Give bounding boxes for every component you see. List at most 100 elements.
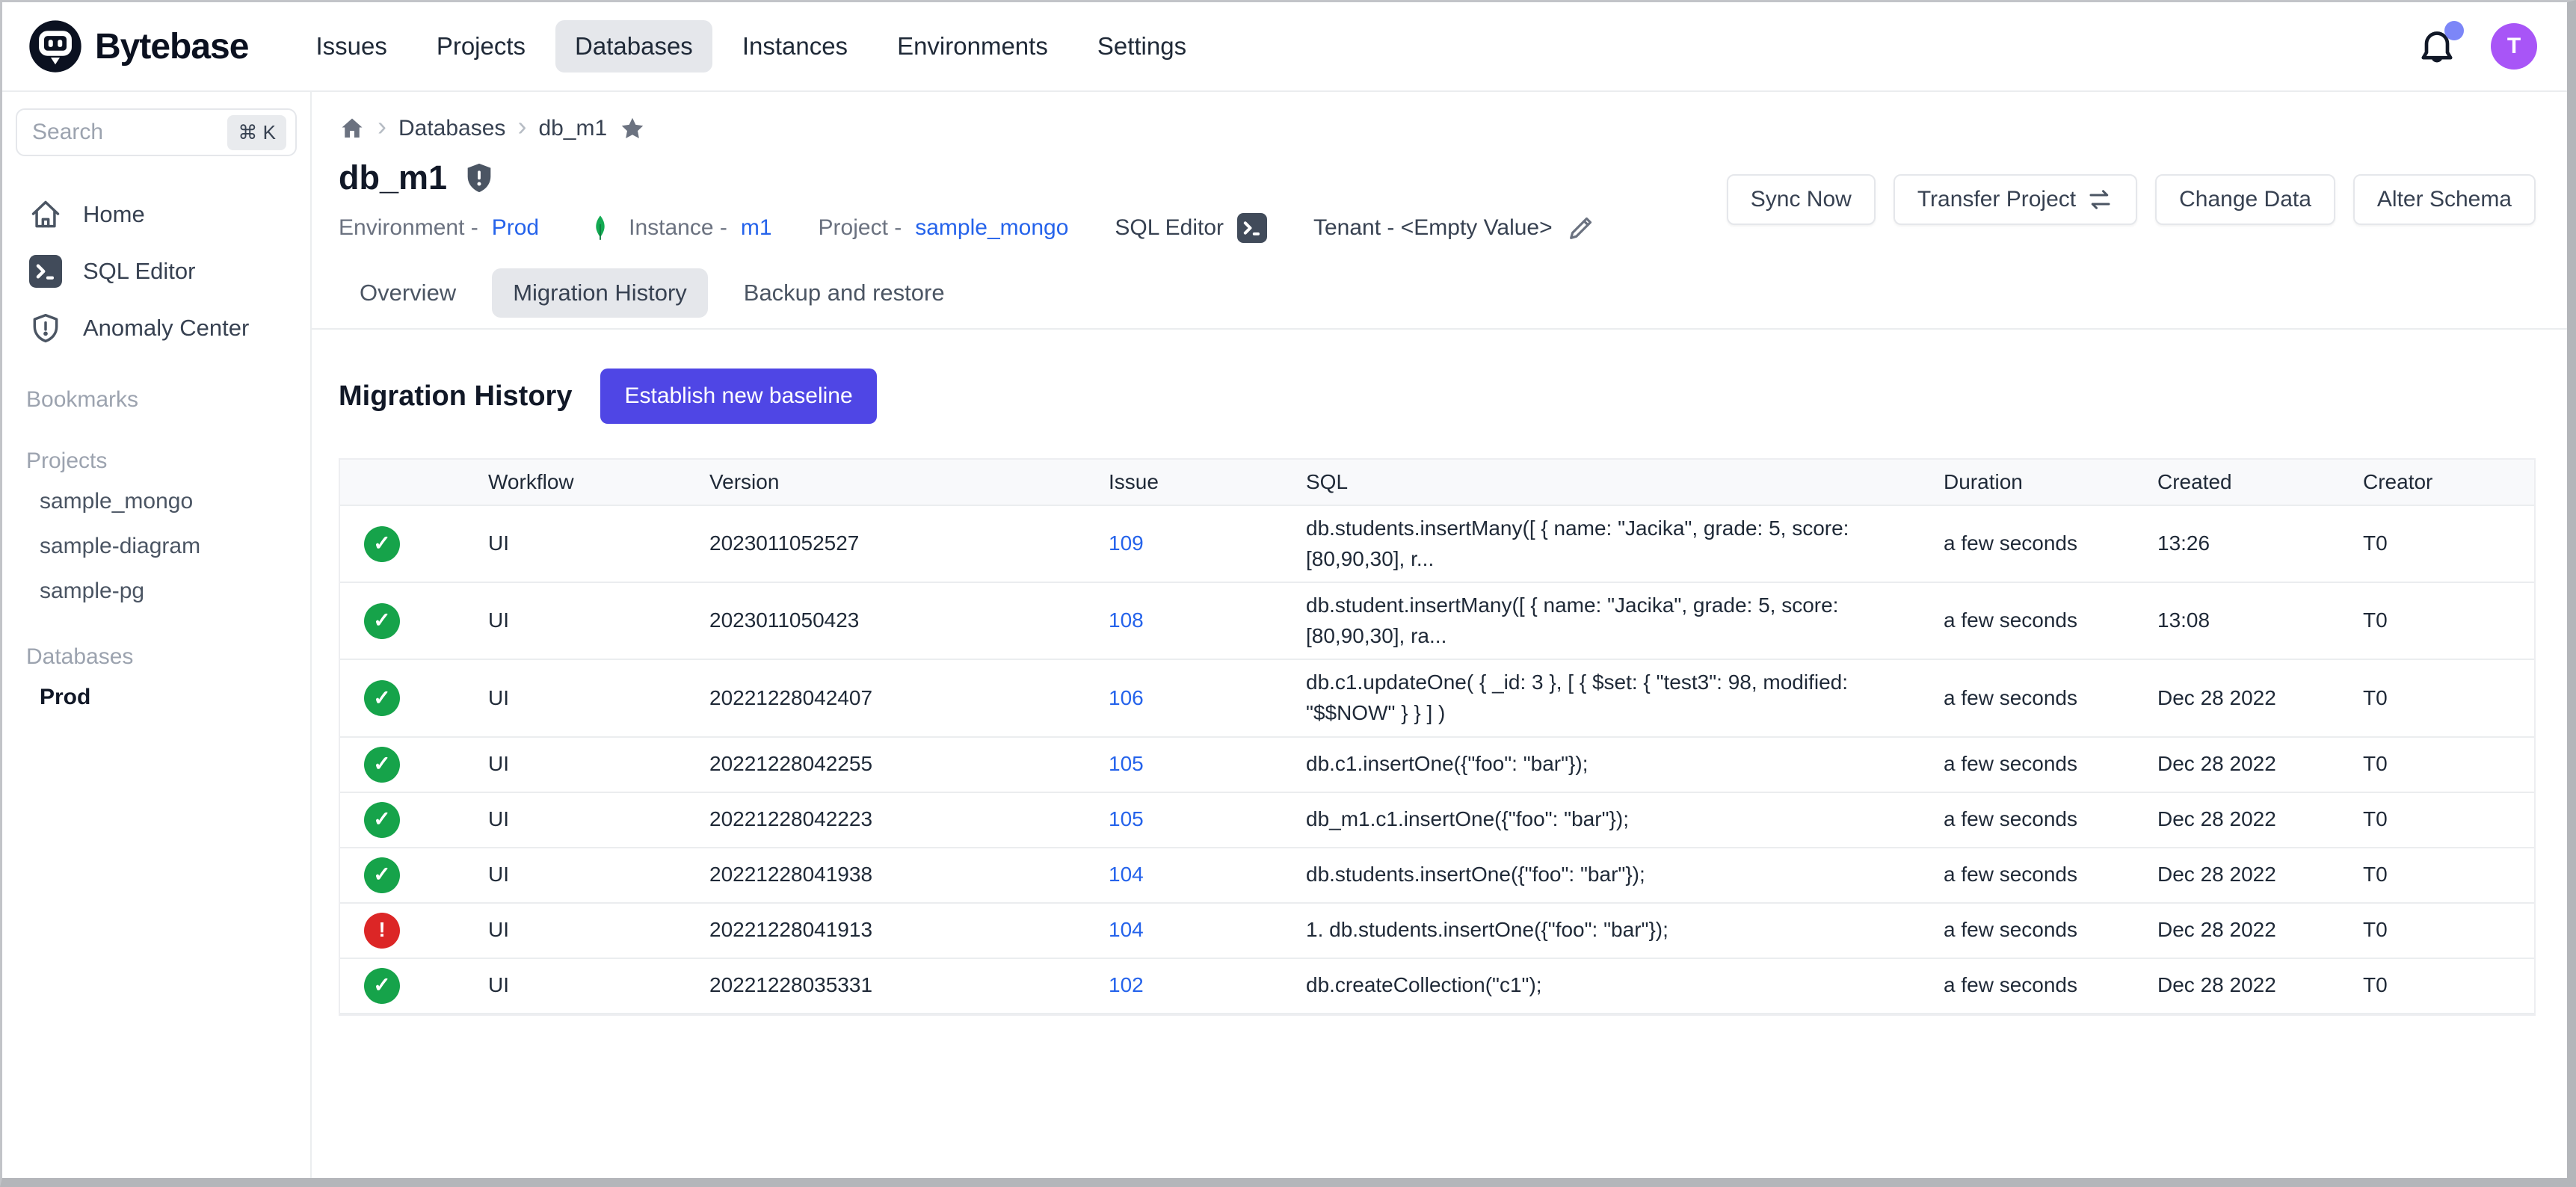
sidebar-database-prod[interactable]: Prod <box>2 675 310 720</box>
mongodb-leaf-icon <box>585 213 615 243</box>
duration-cell: a few seconds <box>1944 605 2157 636</box>
search-shortcut-badge: ⌘ K <box>227 115 286 150</box>
duration-cell: a few seconds <box>1944 970 2157 1001</box>
sql-editor-icon[interactable] <box>1237 213 1267 243</box>
home-breadcrumb-icon[interactable] <box>339 115 366 142</box>
sync-now-button[interactable]: Sync Now <box>1727 174 1876 225</box>
nav-item-instances[interactable]: Instances <box>723 20 867 73</box>
bytebase-logo-icon <box>28 19 83 74</box>
created-cell: 13:26 <box>2157 528 2363 559</box>
notification-dot <box>2444 21 2464 40</box>
sql-cell: db.student.insertMany([ { name: "Jacika"… <box>1306 591 1944 651</box>
version-column-header: Version <box>709 467 1109 498</box>
sql-cell: db.students.insertMany([ { name: "Jacika… <box>1306 514 1944 574</box>
search-box[interactable]: ⌘ K <box>16 108 297 156</box>
status-icon: ✓ <box>364 680 400 716</box>
bytebase-logo[interactable]: Bytebase <box>28 19 248 74</box>
sidebar: ⌘ K Home SQL Editor <box>2 92 312 1178</box>
duration-cell: a few seconds <box>1944 804 2157 835</box>
issue-link[interactable]: 108 <box>1109 608 1144 632</box>
sidebar-item-label: SQL Editor <box>83 258 195 285</box>
nav-item-databases[interactable]: Databases <box>555 20 712 73</box>
notifications-button[interactable] <box>2416 25 2458 67</box>
database-meta: Environment - Prod Instance - m1 Project… <box>339 213 1596 243</box>
nav-item-projects[interactable]: Projects <box>417 20 545 73</box>
creator-cell: T0 <box>2363 915 2534 946</box>
sidebar-project-sample-pg[interactable]: sample-pg <box>2 569 310 614</box>
table-row[interactable]: ✓ UI 2023011052527 109 db.students.inser… <box>340 506 2534 583</box>
issue-link[interactable]: 105 <box>1109 807 1144 830</box>
tab-migration-history[interactable]: Migration History <box>492 268 708 318</box>
sidebar-item-anomaly-center[interactable]: Anomaly Center <box>2 300 310 357</box>
breadcrumb-current: db_m1 <box>538 116 607 141</box>
version-cell: 20221228041913 <box>709 915 1109 946</box>
issue-link[interactable]: 109 <box>1109 531 1144 555</box>
created-cell: Dec 28 2022 <box>2157 970 2363 1001</box>
created-cell: Dec 28 2022 <box>2157 749 2363 780</box>
avatar[interactable]: T <box>2491 23 2537 70</box>
alter-schema-button[interactable]: Alter Schema <box>2353 174 2536 225</box>
table-row[interactable]: ✓ UI 20221228035331 102 db.createCollect… <box>340 959 2534 1014</box>
workflow-cell: UI <box>455 605 709 636</box>
breadcrumb-separator: › <box>517 113 526 144</box>
sidebar-item-home[interactable]: Home <box>2 186 310 243</box>
action-buttons: Sync Now Transfer Project Change Data Al… <box>1727 174 2536 225</box>
sql-cell: db.students.insertOne({"foo": "bar"}); <box>1306 860 1944 890</box>
status-icon: ✓ <box>364 603 400 639</box>
table-row[interactable]: ✓ UI 20221228042223 105 db_m1.c1.insertO… <box>340 793 2534 848</box>
bookmark-star-icon[interactable] <box>619 115 646 142</box>
tab-backup-and-restore[interactable]: Backup and restore <box>723 268 966 318</box>
workflow-cell: UI <box>455 970 709 1001</box>
establish-baseline-button[interactable]: Establish new baseline <box>600 369 876 424</box>
section-heading: Migration History <box>339 380 572 413</box>
status-icon: ✓ <box>364 526 400 562</box>
creator-cell: T0 <box>2363 860 2534 890</box>
tabs-strip: Overview Migration History Backup and re… <box>312 268 2567 330</box>
version-cell: 20221228042223 <box>709 804 1109 835</box>
sidebar-project-sample-mongo[interactable]: sample_mongo <box>2 479 310 524</box>
sidebar-item-sql-editor[interactable]: SQL Editor <box>2 243 310 300</box>
edit-pencil-icon[interactable] <box>1566 213 1596 243</box>
table-row[interactable]: ✓ UI 20221228041938 104 db.students.inse… <box>340 848 2534 904</box>
status-icon: ✓ <box>364 857 400 893</box>
issue-link[interactable]: 104 <box>1109 863 1144 886</box>
sidebar-project-sample-diagram[interactable]: sample-diagram <box>2 524 310 569</box>
sync-now-label: Sync Now <box>1751 187 1852 212</box>
workflow-cell: UI <box>455 804 709 835</box>
tab-overview[interactable]: Overview <box>339 268 477 318</box>
nav-item-settings[interactable]: Settings <box>1078 20 1206 73</box>
main-content: › Databases › db_m1 db_m1 <box>312 92 2567 1178</box>
transfer-project-button[interactable]: Transfer Project <box>1894 174 2137 225</box>
sql-cell: 1. db.students.insertOne({"foo": "bar"})… <box>1306 915 1944 946</box>
breadcrumb-databases[interactable]: Databases <box>398 116 505 141</box>
status-icon: ✓ <box>364 747 400 783</box>
issue-link[interactable]: 105 <box>1109 752 1144 775</box>
search-input[interactable] <box>32 120 220 145</box>
topnav-right: T <box>2416 23 2537 70</box>
issue-link[interactable]: 106 <box>1109 686 1144 709</box>
change-data-button[interactable]: Change Data <box>2155 174 2335 225</box>
issue-link[interactable]: 102 <box>1109 973 1144 996</box>
shield-badge-icon <box>462 161 496 195</box>
version-cell: 20221228041938 <box>709 860 1109 890</box>
table-row[interactable]: ! UI 20221228041913 104 1. db.students.i… <box>340 904 2534 959</box>
workflow-cell: UI <box>455 915 709 946</box>
table-row[interactable]: ✓ UI 20221228042255 105 db.c1.insertOne(… <box>340 738 2534 793</box>
nav-item-environments[interactable]: Environments <box>878 20 1067 73</box>
home-icon <box>29 198 62 231</box>
table-row[interactable]: ✓ UI 2023011050423 108 db.student.insert… <box>340 583 2534 660</box>
environment-link[interactable]: Prod <box>492 215 539 241</box>
project-link[interactable]: sample_mongo <box>915 215 1068 241</box>
table-body: ✓ UI 2023011052527 109 db.students.inser… <box>340 506 2534 1014</box>
creator-cell: T0 <box>2363 528 2534 559</box>
change-data-label: Change Data <box>2179 187 2311 212</box>
instance-link[interactable]: m1 <box>741 215 772 241</box>
table-header: Workflow Version Issue SQL Duration Crea… <box>340 458 2534 506</box>
created-cell: 13:08 <box>2157 605 2363 636</box>
table-row[interactable]: ✓ UI 20221228042407 106 db.c1.updateOne(… <box>340 660 2534 737</box>
nav-item-issues[interactable]: Issues <box>296 20 406 73</box>
version-cell: 2023011050423 <box>709 605 1109 636</box>
app-window: Bytebase Issues Projects Databases Insta… <box>0 0 2576 1187</box>
sql-editor-link-label[interactable]: SQL Editor <box>1115 215 1224 241</box>
issue-link[interactable]: 104 <box>1109 918 1144 941</box>
